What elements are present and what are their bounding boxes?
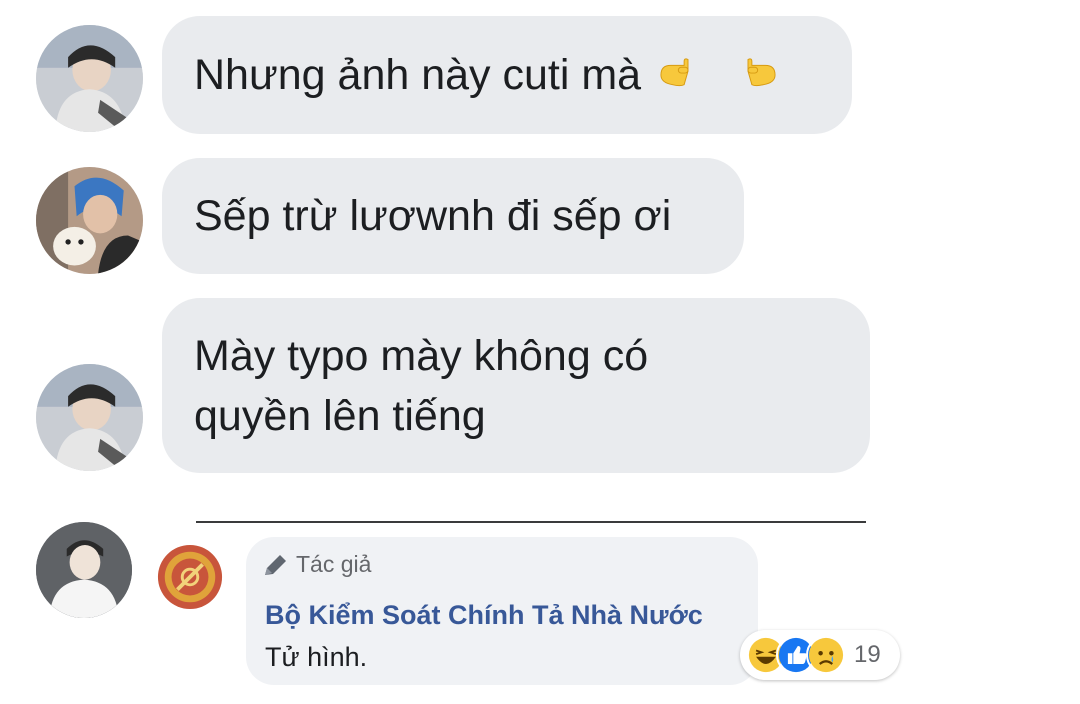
- author-badge-label: Tác giả: [296, 551, 372, 577]
- message-text: Nhưng ảnh này cuti mà: [194, 51, 642, 99]
- message-bubble-1[interactable]: Nhưng ảnh này cuti mà: [162, 16, 852, 134]
- reaction-summary[interactable]: 19: [740, 630, 900, 680]
- page-avatar-seal[interactable]: [156, 543, 224, 611]
- commenter-name-link[interactable]: Bộ Kiểm Soát Chính Tả Nhà Nước: [265, 600, 703, 630]
- reaction-count: 19: [854, 641, 881, 668]
- quote-divider: [196, 521, 866, 523]
- sad-icon: [806, 635, 846, 675]
- comment-text: Tử hình.: [265, 642, 368, 672]
- author-badge: Tác giả: [262, 551, 371, 578]
- message-text: Sếp trừ lươwnh đi sếp ơi: [194, 192, 672, 240]
- pencil-icon: [265, 554, 286, 575]
- avatar-sender-2[interactable]: [36, 167, 143, 274]
- message-bubble-2[interactable]: Sếp trừ lươwnh đi sếp ơi: [162, 158, 744, 274]
- avatar-sender-1[interactable]: [36, 25, 143, 132]
- message-bubble-3[interactable]: Mày typo mày không có quyền lên tiếng: [162, 298, 870, 473]
- message-text: Mày typo mày không có quyền lên tiếng: [194, 331, 649, 440]
- pointing-hands-icon: [659, 55, 717, 95]
- avatar-sender-4[interactable]: [36, 522, 132, 618]
- quoted-comment-content: Bộ Kiểm Soát Chính Tả Nhà Nước Tử hình.: [265, 594, 735, 678]
- avatar-sender-3[interactable]: [36, 364, 143, 471]
- pointing-hands-icon: [719, 55, 777, 95]
